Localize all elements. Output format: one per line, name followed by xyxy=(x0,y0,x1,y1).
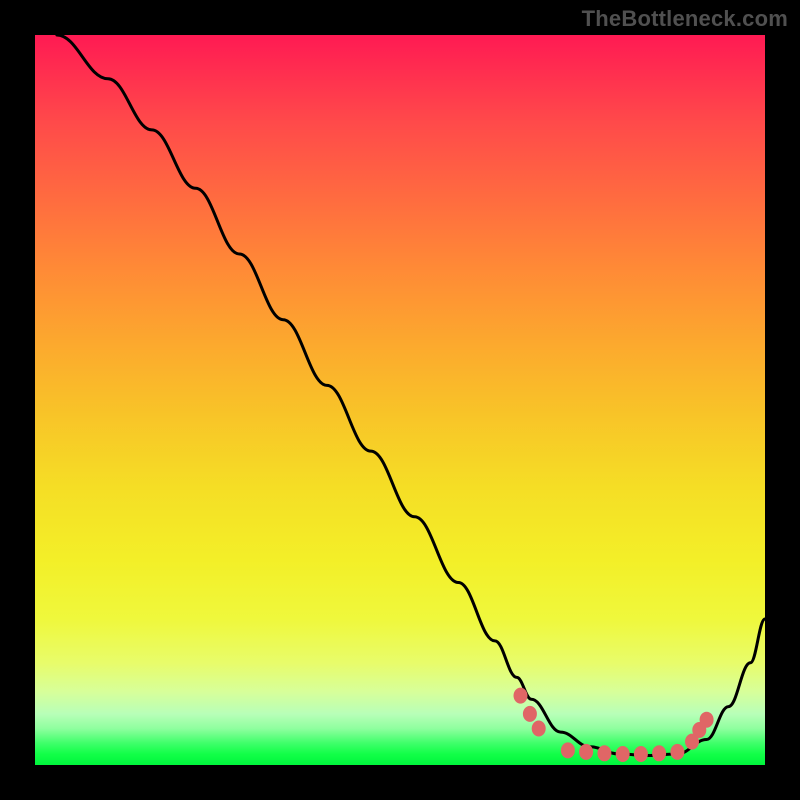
plot-gradient-background xyxy=(35,35,765,765)
watermark: TheBottleneck.com xyxy=(582,6,788,32)
chart-frame xyxy=(35,35,765,765)
